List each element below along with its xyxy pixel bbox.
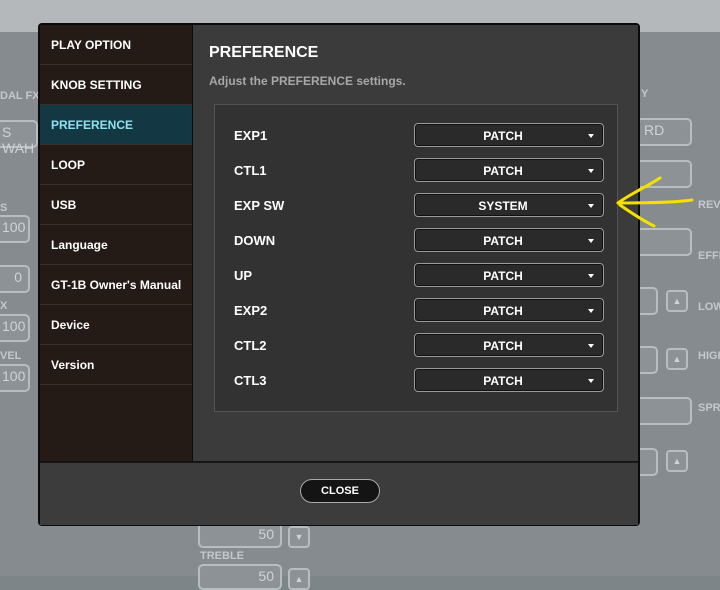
setting-row-ctl3: CTL3 PATCH [215,368,619,394]
ctl2-select[interactable]: PATCH [414,333,604,357]
sidebar-item-device[interactable]: Device [40,305,192,345]
preference-content: PREFERENCE Adjust the PREFERENCE setting… [193,25,638,461]
select-value: PATCH [483,164,523,178]
bg-spin-button: ▲ [288,568,310,590]
setting-label: UP [234,268,253,283]
bg-label: SPR [698,402,720,414]
caret-down-icon [588,239,594,243]
bg-spin-button: ▲ [666,290,688,312]
preference-dialog: PLAY OPTION KNOB SETTING PREFERENCE LOOP… [38,23,640,526]
select-value: SYSTEM [478,199,528,213]
select-value: PATCH [483,234,523,248]
setting-label: EXP SW [234,198,285,213]
bg-label: X [0,300,8,312]
caret-down-icon [588,134,594,138]
down-select[interactable]: PATCH [414,228,604,252]
sidebar-item-owners-manual[interactable]: GT-1B Owner's Manual [40,265,192,305]
select-value: PATCH [483,374,523,388]
exp2-select[interactable]: PATCH [414,298,604,322]
bg-label: HIGH [698,350,720,362]
select-value: PATCH [483,339,523,353]
bg-spin-button: ▲ [666,348,688,370]
bg-field: 100 [0,314,30,342]
sidebar-item-language[interactable]: Language [40,225,192,265]
bg-label: VEL [0,350,22,362]
bg-label: S [0,202,8,214]
page-title: PREFERENCE [209,44,319,61]
setting-row-up: UP PATCH [215,263,619,289]
caret-down-icon [588,204,594,208]
sidebar-item-version[interactable]: Version [40,345,192,385]
bg-label: DAL FX [0,90,40,102]
select-value: PATCH [483,129,523,143]
setting-row-exp-sw: EXP SW SYSTEM [215,193,619,219]
setting-label: EXP1 [234,128,268,143]
select-value: PATCH [483,304,523,318]
bg-label: TREBLE [200,550,244,562]
sidebar-item-play-option[interactable]: PLAY OPTION [40,25,192,65]
bg-spin-button: ▼ [288,526,310,548]
caret-down-icon [588,169,594,173]
arrow-left-icon [616,176,694,228]
bg-label: LOW [698,301,720,313]
setting-label: EXP2 [234,303,268,318]
sidebar-item-preference[interactable]: PREFERENCE [40,105,192,145]
caret-down-icon [588,309,594,313]
setting-label: CTL1 [234,163,267,178]
bg-field: RD [636,118,692,146]
page-subtitle: Adjust the PREFERENCE settings. [209,74,406,88]
setting-label: CTL2 [234,338,267,353]
caret-down-icon [588,379,594,383]
caret-down-icon [588,274,594,278]
setting-row-down: DOWN PATCH [215,228,619,254]
setting-row-exp2: EXP2 PATCH [215,298,619,324]
close-button[interactable]: CLOSE [300,479,380,503]
bg-field: 100 [0,364,30,392]
bg-field: 0 [0,265,30,293]
bg-field: S WAH [0,120,38,156]
bg-label: EFFE [698,250,720,262]
settings-sidebar: PLAY OPTION KNOB SETTING PREFERENCE LOOP… [40,25,193,461]
bg-field: 50 [198,564,282,590]
setting-label: CTL3 [234,373,267,388]
caret-down-icon [588,344,594,348]
setting-row-ctl2: CTL2 PATCH [215,333,619,359]
exp1-select[interactable]: PATCH [414,123,604,147]
bg-spin-button: ▲ [666,450,688,472]
bg-field: 100 [0,215,30,243]
ctl3-select[interactable]: PATCH [414,368,604,392]
sidebar-item-knob-setting[interactable]: KNOB SETTING [40,65,192,105]
up-select[interactable]: PATCH [414,263,604,287]
dialog-footer: CLOSE [40,462,638,525]
exp-sw-select[interactable]: SYSTEM [414,193,604,217]
bg-label: Y [641,88,649,100]
select-value: PATCH [483,269,523,283]
ctl1-select[interactable]: PATCH [414,158,604,182]
setting-row-exp1: EXP1 PATCH [215,123,619,149]
bg-field [636,397,692,425]
setting-label: DOWN [234,233,276,248]
preference-panel: EXP1 PATCH CTL1 PATCH EXP SW SYSTEM DOWN… [214,104,618,412]
setting-row-ctl1: CTL1 PATCH [215,158,619,184]
sidebar-item-loop[interactable]: LOOP [40,145,192,185]
sidebar-item-usb[interactable]: USB [40,185,192,225]
